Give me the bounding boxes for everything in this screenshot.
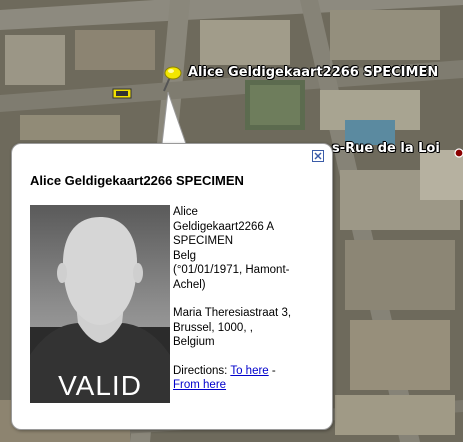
photo-caption: VALID (58, 370, 142, 401)
balloon-title: Alice Geldigekaart2266 SPECIMEN (30, 173, 244, 188)
name-line: Geldigekaart2266 A (173, 220, 275, 233)
close-icon (314, 152, 322, 160)
name-line: SPECIMEN (173, 235, 234, 247)
birth-info: Achel) (173, 278, 206, 291)
birth-info: (°01/01/1971, Hamont- (173, 264, 290, 276)
specimen-silhouette: VALID (30, 205, 170, 403)
info-balloon: Alice Geldigekaart2266 SPECIMEN VALID Al… (11, 143, 333, 430)
directions-label: Directions: (173, 364, 228, 377)
name-line: Alice (173, 206, 198, 218)
directions-from-here-link[interactable]: From here (173, 379, 226, 391)
close-button[interactable] (312, 150, 324, 162)
address-line: Brussel, 1000, , (173, 321, 253, 334)
directions-to-here-link[interactable]: To here (230, 365, 268, 377)
nationality: Belg (173, 249, 197, 262)
id-photo: VALID (30, 205, 170, 403)
address-line: Maria Theresiastraat 3, (173, 307, 292, 319)
address-line: Belgium (173, 336, 215, 348)
directions-row: Directions: To here - (173, 364, 313, 379)
person-details: Alice Geldigekaart2266 A SPECIMEN Belg (… (173, 205, 313, 393)
directions-separator: - (271, 364, 276, 377)
